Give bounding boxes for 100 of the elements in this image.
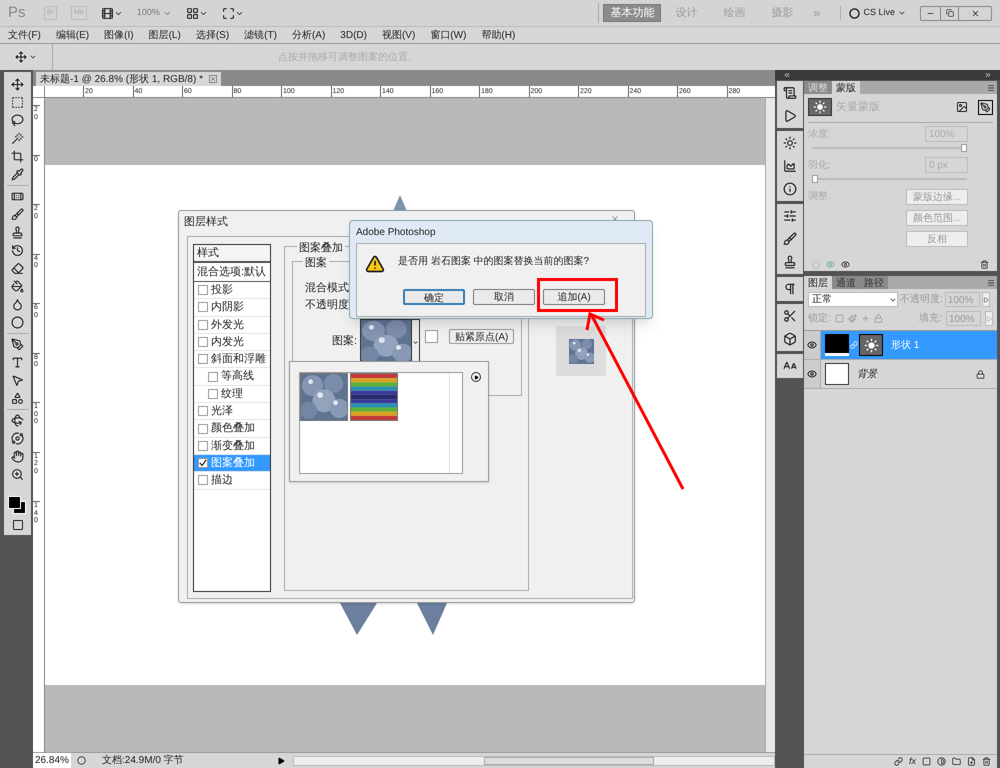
menu-item[interactable]: 视图(V) <box>382 28 416 42</box>
cs-live-button[interactable]: CS Live <box>840 6 906 20</box>
dialog-button[interactable]: 确定 <box>403 289 465 305</box>
shape-tool-icon[interactable] <box>11 392 24 405</box>
style-item[interactable]: 等高线 <box>194 368 270 386</box>
checkbox[interactable] <box>198 337 208 348</box>
feather-slider[interactable] <box>812 175 967 183</box>
expand-icon[interactable] <box>984 71 992 79</box>
layout-button[interactable] <box>186 6 208 20</box>
bandage-tool-icon[interactable] <box>11 190 24 203</box>
panel-menu-icon[interactable] <box>987 84 995 92</box>
menu-item[interactable]: 文件(F) <box>8 28 41 42</box>
orbit-3d-icon[interactable] <box>11 432 24 445</box>
collapse-icon[interactable] <box>783 71 791 79</box>
style-item[interactable]: 内发光 <box>194 334 270 352</box>
panel-menu-icon[interactable] <box>987 279 995 287</box>
style-item[interactable]: 光泽 <box>194 403 270 420</box>
vector-mask-button[interactable] <box>978 100 993 114</box>
status-icon[interactable] <box>77 756 86 765</box>
styles-header[interactable]: 样式 <box>194 245 270 263</box>
screen-mode-button[interactable] <box>100 6 123 20</box>
panel-tab[interactable]: 通道 <box>832 276 860 289</box>
fx-button[interactable]: fx <box>908 754 916 768</box>
stamp-tool-icon[interactable] <box>11 226 24 239</box>
zoom-tool-icon[interactable] <box>11 468 24 481</box>
snap-origin-button[interactable]: 贴紧原点(A) <box>449 329 514 344</box>
panel-tab[interactable]: 路径 <box>860 276 888 289</box>
checkbox[interactable] <box>198 320 208 330</box>
pen-tool-icon[interactable] <box>11 338 24 351</box>
eraser-tool-icon[interactable] <box>11 262 24 275</box>
style-item[interactable]: 斜面和浮雕 <box>194 351 270 368</box>
style-item[interactable]: 外发光 <box>194 316 270 334</box>
panel-tab[interactable]: 图层 <box>804 276 832 289</box>
blend-options-item[interactable]: 混合选项:默认 <box>194 263 270 282</box>
move-tool-icon[interactable] <box>11 78 24 91</box>
layer-row[interactable]: 背景 <box>804 360 997 389</box>
folder-icon[interactable] <box>952 757 961 766</box>
checkbox[interactable] <box>198 458 208 468</box>
link-icon[interactable] <box>894 757 903 766</box>
style-item[interactable]: 投影 <box>194 282 270 300</box>
checkbox[interactable] <box>198 354 208 364</box>
dialog-button[interactable]: 追加(A) <box>543 289 605 305</box>
menu-item[interactable]: 编辑(E) <box>56 28 90 42</box>
checkbox[interactable] <box>208 388 218 399</box>
checkbox[interactable] <box>198 475 208 486</box>
checkbox[interactable] <box>198 424 208 434</box>
menu-item[interactable]: 分析(A) <box>292 28 326 42</box>
blend-mode-dropdown[interactable]: 正常 <box>808 292 898 307</box>
menu-item[interactable]: 图像(I) <box>104 28 134 42</box>
scissors-icon[interactable] <box>783 309 797 323</box>
visibility-toggle[interactable] <box>804 360 821 388</box>
trash-icon[interactable] <box>982 757 991 766</box>
new-preset-button[interactable] <box>425 330 438 343</box>
dialog-button[interactable]: 取消 <box>473 289 535 305</box>
density-slider[interactable] <box>812 144 967 152</box>
checkbox[interactable] <box>198 406 208 416</box>
play-icon[interactable] <box>783 109 797 123</box>
menu-item[interactable]: 3D(D) <box>340 28 367 42</box>
history-brush-icon[interactable] <box>11 244 24 257</box>
brush-tool-icon[interactable] <box>11 208 24 221</box>
menu-item[interactable]: 帮助(H) <box>481 28 516 42</box>
rotate-3d-icon[interactable] <box>11 414 24 427</box>
quick-mask-icon[interactable] <box>12 519 24 531</box>
stamp-icon[interactable] <box>783 255 797 269</box>
menu-item[interactable]: 窗口(W) <box>430 28 466 42</box>
status-menu-icon[interactable] <box>277 756 285 764</box>
mask-icon[interactable] <box>922 757 931 766</box>
adjustment-icon[interactable] <box>937 757 946 766</box>
adjustments-icon[interactable] <box>783 136 797 150</box>
style-item[interactable]: 纹理 <box>194 386 270 404</box>
new-layer-icon[interactable] <box>967 757 976 766</box>
hand-tool-icon[interactable] <box>11 450 24 463</box>
eye-icon[interactable] <box>841 260 850 269</box>
lasso-tool-icon[interactable] <box>11 114 24 127</box>
close-icon[interactable] <box>208 75 217 83</box>
wand-tool-icon[interactable] <box>11 132 24 145</box>
checkbox[interactable] <box>198 302 208 312</box>
fullscreen-button[interactable] <box>222 6 244 20</box>
menu-item[interactable]: 图层(L) <box>148 28 181 42</box>
document-tab[interactable]: 未标题-1 @ 26.8% (形状 1, RGB/8) * <box>36 72 221 86</box>
marquee-tool-icon[interactable] <box>11 96 24 109</box>
sliders-icon[interactable] <box>783 209 797 223</box>
eyedropper-tool-icon[interactable] <box>11 168 24 181</box>
menu-item[interactable]: 选择(S) <box>196 28 230 42</box>
trash-icon[interactable] <box>980 260 989 269</box>
type-tool-icon[interactable] <box>11 356 24 369</box>
style-item[interactable]: 内阴影 <box>194 299 270 317</box>
pointer-tool-icon[interactable] <box>11 374 24 387</box>
menu-item[interactable]: 滤镜(T) <box>244 28 277 42</box>
box-icon[interactable] <box>783 332 797 346</box>
brush-icon[interactable] <box>783 232 797 246</box>
paint-bucket-icon[interactable] <box>11 280 24 293</box>
checkbox[interactable] <box>198 285 208 296</box>
checkbox[interactable] <box>198 440 208 451</box>
histogram-icon[interactable] <box>783 159 797 173</box>
style-item[interactable]: 颜色叠加 <box>194 420 270 438</box>
paragraph-icon[interactable] <box>783 282 797 296</box>
style-item[interactable]: 描边 <box>194 472 270 490</box>
history-icon[interactable] <box>783 86 797 100</box>
info-icon[interactable] <box>783 182 797 196</box>
